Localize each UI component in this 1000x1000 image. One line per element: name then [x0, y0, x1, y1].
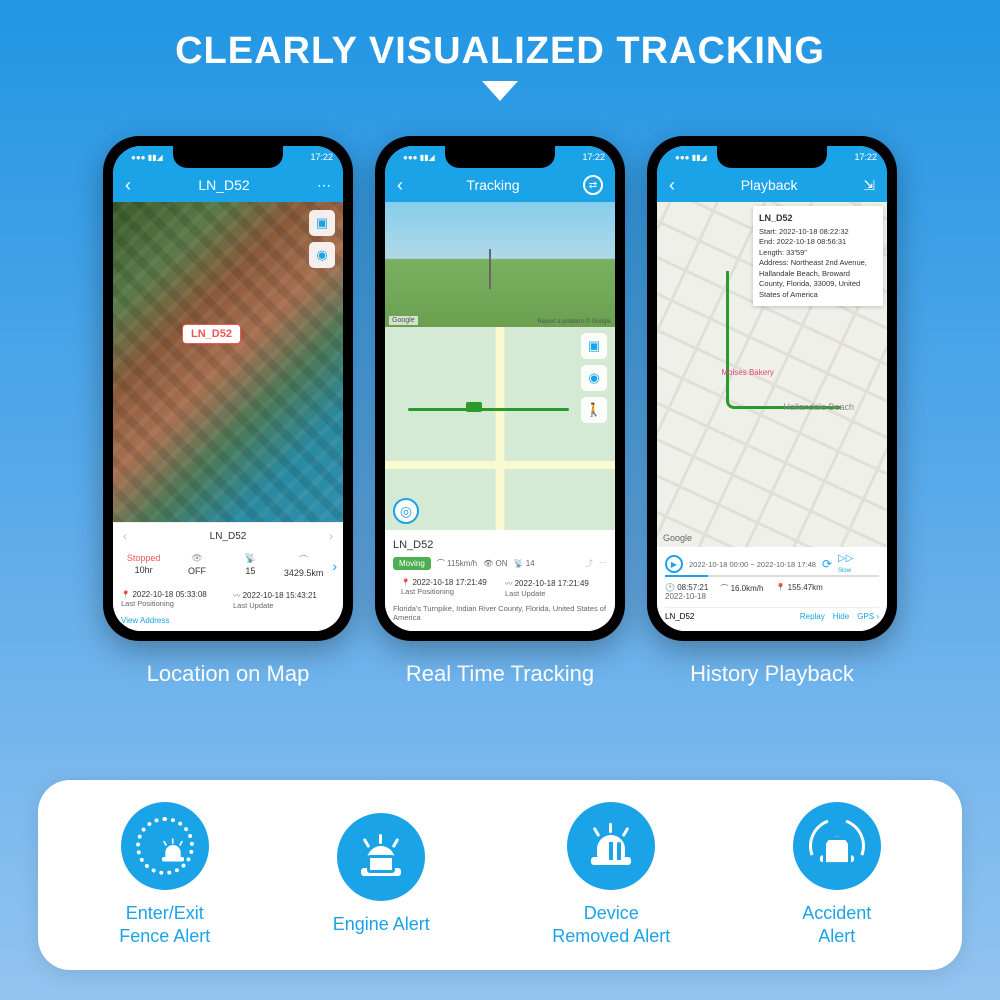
map-tracking[interactable]: Google Report a problem © Google ▣ ◉ 🚶 ◎	[385, 202, 615, 531]
fence-icon	[121, 802, 209, 890]
phone-tracking: ●●● ▮▮◢17:22 ‹ Tracking ⇄ Google Report …	[375, 136, 625, 687]
header-title: Tracking	[403, 177, 583, 193]
phone-caption: Location on Map	[147, 661, 310, 687]
timeline-slider[interactable]	[665, 575, 879, 577]
device-name: LN_D52	[393, 537, 607, 553]
feature-accident: AccidentAlert	[793, 802, 881, 949]
expand-icon[interactable]: ›	[332, 558, 337, 574]
feature-fence: Enter/ExitFence Alert	[119, 802, 210, 949]
accident-icon	[793, 802, 881, 890]
feature-engine: Engine Alert	[333, 813, 430, 936]
address-text: Florida's Turnpike, Indian River County,…	[393, 602, 607, 626]
view-address-link[interactable]: View Address	[113, 614, 343, 631]
device-name: LN_D52	[210, 531, 247, 542]
traffic-icon[interactable]: ◉	[309, 242, 335, 268]
feature-label: AccidentAlert	[802, 902, 871, 949]
poi-label: Moises Bakery	[721, 368, 773, 377]
device-name: LN_D52	[665, 612, 694, 621]
locate-icon[interactable]: ◎	[393, 498, 419, 524]
phone-location: ●●● ▮▮◢17:22 ‹ LN_D52 ⋯ LN_D52 ▣ ◉ ‹LN_D…	[103, 136, 353, 687]
playback-panel: ▶ 2022-10-18 00:00 ~ 2022-10-18 17:48 ⟳ …	[657, 547, 887, 631]
forward-icon[interactable]: ▷▷Slow	[838, 553, 853, 575]
headline: CLEARLY VISUALIZED TRACKING	[0, 0, 1000, 73]
trip-info-box: LN_D52 Start: 2022-10-18 08:22:32 End: 2…	[753, 206, 883, 306]
header-title: LN_D52	[131, 177, 317, 193]
phone-caption: Real Time Tracking	[406, 661, 594, 687]
triangle-down-icon	[482, 81, 518, 101]
share-icon[interactable]: ⤴	[585, 558, 593, 569]
device-removed-icon	[567, 802, 655, 890]
status-value: Stopped	[119, 553, 168, 563]
feature-label: Enter/ExitFence Alert	[119, 902, 210, 949]
map-satellite[interactable]: LN_D52 ▣ ◉	[113, 202, 343, 522]
feature-label: Engine Alert	[333, 913, 430, 936]
poi-label: Hallandale Beach	[784, 402, 855, 412]
app-header: ‹ Playback ⇲	[657, 168, 887, 202]
export-icon[interactable]: ⇲	[863, 177, 875, 194]
phone-caption: History Playback	[690, 661, 854, 687]
more-icon[interactable]: ⋯	[599, 558, 607, 569]
hide-button[interactable]: Hide	[833, 612, 849, 621]
header-title: Playback	[675, 177, 863, 193]
car-icon	[466, 402, 482, 412]
phones-row: ●●● ▮▮◢17:22 ‹ LN_D52 ⋯ LN_D52 ▣ ◉ ‹LN_D…	[0, 136, 1000, 687]
gps-button[interactable]: GPS ›	[857, 612, 879, 621]
layers-icon[interactable]: ▣	[309, 210, 335, 236]
features-card: Enter/ExitFence Alert Engine Alert Devic…	[38, 780, 962, 970]
menu-icon[interactable]: ⋯	[317, 177, 331, 194]
feature-removed: DeviceRemoved Alert	[552, 802, 670, 949]
app-header: ‹ LN_D52 ⋯	[113, 168, 343, 202]
person-icon[interactable]: 🚶	[581, 397, 607, 423]
map-playback[interactable]: Moises Bakery Hallandale Beach Google LN…	[657, 202, 887, 547]
phone-playback: ●●● ▮▮◢17:22 ‹ Playback ⇲ Moises Bakery …	[647, 136, 897, 687]
device-tag[interactable]: LN_D52	[182, 324, 241, 344]
feature-label: DeviceRemoved Alert	[552, 902, 670, 949]
google-badge: Google	[389, 316, 418, 325]
moving-badge: Moving	[393, 557, 431, 570]
info-panel: LN_D52 Moving ⌒ 115km/h 👁 ON 📡 14 ⤴⋯ 📍 2…	[385, 531, 615, 632]
play-button[interactable]: ▶	[665, 555, 683, 573]
google-logo: Google	[663, 533, 692, 543]
app-header: ‹ Tracking ⇄	[385, 168, 615, 202]
replay-button[interactable]: Replay	[800, 612, 825, 621]
traffic-icon[interactable]: ◉	[581, 365, 607, 391]
engine-icon	[337, 813, 425, 901]
info-panel: ‹LN_D52› Stopped10hr 👁OFF 📡15 ⌒3429.5km …	[113, 522, 343, 631]
loop-icon[interactable]: ⟳	[822, 557, 832, 571]
settings-icon[interactable]: ⇄	[583, 175, 603, 195]
layers-icon[interactable]: ▣	[581, 333, 607, 359]
google-report: Report a problem © Google	[538, 319, 611, 325]
